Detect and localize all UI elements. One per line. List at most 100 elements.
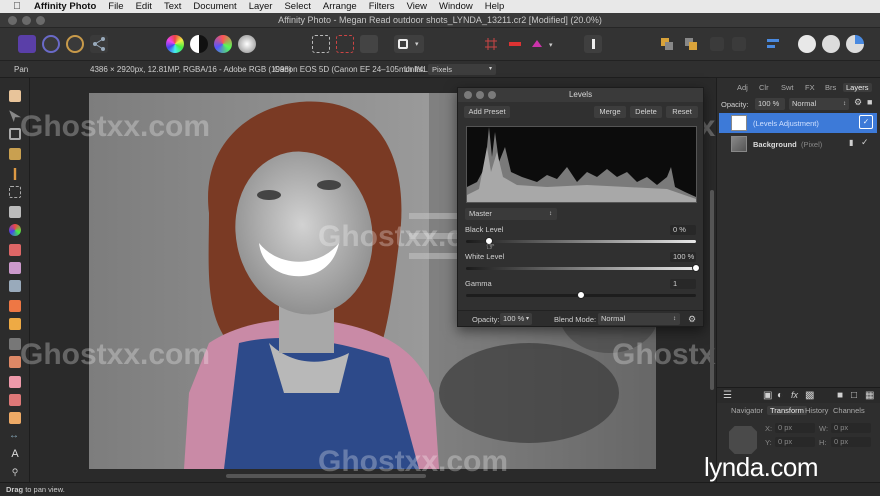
menu-arrange[interactable]: Arrange: [323, 1, 357, 12]
adjustment-icon[interactable]: ◐: [777, 390, 783, 401]
auto-contrast-icon[interactable]: [190, 35, 208, 53]
close-window-button[interactable]: [8, 16, 17, 25]
channel-select[interactable]: Master ↕: [465, 208, 557, 220]
tab-swatches[interactable]: Swt: [781, 83, 794, 92]
folder-icon[interactable]: ■: [837, 390, 843, 401]
menu-text[interactable]: Text: [164, 1, 181, 12]
menu-app-name[interactable]: Affinity Photo: [34, 1, 96, 12]
transform-w-field[interactable]: 0 px: [831, 423, 871, 433]
tab-channels[interactable]: Channels: [833, 406, 865, 415]
auto-colors-icon[interactable]: [214, 35, 232, 53]
units-select[interactable]: Pixels ▾: [428, 64, 496, 75]
assistant-icon[interactable]: [584, 35, 602, 53]
dodge-brush-icon[interactable]: [9, 300, 21, 312]
paint-brush-icon[interactable]: [9, 244, 21, 256]
layer-visibility-checkbox[interactable]: ✓: [861, 137, 869, 148]
layer-row-background[interactable]: Background (Pixel) ▮ ✓: [719, 134, 877, 154]
layers-stack-icon[interactable]: ☰: [723, 390, 732, 401]
layer-opacity-select[interactable]: 100 %: [755, 98, 785, 110]
anchor-point-selector[interactable]: [729, 426, 757, 454]
opacity-select[interactable]: 100 % ▾: [500, 313, 532, 325]
menu-help[interactable]: Help: [485, 1, 505, 12]
tab-adjustments[interactable]: Adj: [737, 83, 748, 92]
color-picker-icon[interactable]: [9, 224, 21, 236]
reset-button[interactable]: Reset: [666, 106, 698, 118]
vertical-scrollbar[interactable]: [710, 190, 714, 390]
levels-dialog-header[interactable]: Levels: [458, 88, 703, 102]
merge-button[interactable]: Merge: [594, 106, 626, 118]
close-dialog-button[interactable]: [464, 91, 472, 99]
export-persona-icon[interactable]: [90, 35, 108, 53]
auto-white-balance-icon[interactable]: [238, 35, 256, 53]
arrange-front-icon[interactable]: [710, 37, 724, 51]
lock-icon[interactable]: ▮: [849, 138, 853, 147]
pen-tool-icon[interactable]: [9, 412, 21, 424]
selection-brush-icon[interactable]: [9, 148, 21, 160]
horizontal-scrollbar[interactable]: [226, 474, 426, 478]
gamma-value[interactable]: 1: [670, 279, 696, 289]
menu-document[interactable]: Document: [193, 1, 236, 12]
boolean-subtract-icon[interactable]: [822, 35, 840, 53]
tab-transform[interactable]: Transform: [767, 406, 807, 415]
layer-blend-select[interactable]: Normal ↕: [789, 98, 849, 110]
menu-edit[interactable]: Edit: [136, 1, 152, 12]
fx-icon[interactable]: fx: [791, 390, 798, 400]
tab-fx[interactable]: FX: [805, 83, 815, 92]
boolean-intersect-icon[interactable]: [846, 35, 864, 53]
transform-x-field[interactable]: 0 px: [775, 423, 815, 433]
zoom-dialog-button[interactable]: [488, 91, 496, 99]
erase-brush-icon[interactable]: [9, 280, 21, 292]
arrange-back-icon[interactable]: [658, 35, 676, 53]
grid-icon[interactable]: [482, 35, 500, 53]
gear-icon[interactable]: ⚙: [854, 97, 862, 108]
tab-color[interactable]: Clr: [759, 83, 769, 92]
add-layer-icon[interactable]: □: [851, 390, 857, 401]
gear-icon[interactable]: ⚙: [688, 314, 696, 325]
snapping-icon[interactable]: [506, 35, 524, 53]
tab-history[interactable]: History: [805, 406, 828, 415]
hand-tool-icon[interactable]: [9, 90, 21, 102]
mask-icon[interactable]: ▣: [763, 390, 772, 401]
menu-layer[interactable]: Layer: [249, 1, 273, 12]
menu-view[interactable]: View: [407, 1, 427, 12]
flood-fill-icon[interactable]: [9, 206, 21, 218]
add-preset-button[interactable]: Add Preset: [464, 106, 510, 118]
menu-window[interactable]: Window: [439, 1, 473, 12]
white-level-value[interactable]: 100 %: [670, 252, 696, 262]
lock-icon[interactable]: ■: [867, 97, 872, 107]
color-replacement-icon[interactable]: [9, 262, 21, 274]
arrange-to-back-icon[interactable]: [732, 37, 746, 51]
select-all-icon[interactable]: [312, 35, 330, 53]
menu-select[interactable]: Select: [284, 1, 310, 12]
align-icon[interactable]: [764, 35, 782, 53]
live-filter-icon[interactable]: ▩: [805, 390, 814, 401]
develop-persona-icon[interactable]: [66, 35, 84, 53]
gamma-slider[interactable]: [466, 291, 696, 299]
black-level-value[interactable]: 0 %: [670, 225, 696, 235]
menu-filters[interactable]: Filters: [369, 1, 395, 12]
minimize-window-button[interactable]: [22, 16, 31, 25]
tab-layers[interactable]: Layers: [843, 83, 872, 92]
blend-mode-select[interactable]: Normal ↕: [598, 313, 680, 325]
marquee-tool-icon[interactable]: [9, 186, 21, 198]
text-tool-icon[interactable]: A: [9, 448, 21, 460]
delete-button[interactable]: Delete: [630, 106, 662, 118]
tab-navigator[interactable]: Navigator: [731, 406, 763, 415]
transform-y-field[interactable]: 0 px: [775, 437, 815, 447]
black-level-slider[interactable]: [466, 237, 696, 245]
apple-icon[interactable]: : [10, 1, 24, 12]
gamma-knob[interactable]: [577, 291, 585, 299]
auto-levels-icon[interactable]: [166, 35, 184, 53]
menu-file[interactable]: File: [108, 1, 123, 12]
trash-icon[interactable]: ▦: [865, 390, 874, 401]
invert-selection-icon[interactable]: [360, 35, 378, 53]
flood-select-icon[interactable]: [13, 168, 17, 180]
liquify-persona-icon[interactable]: [42, 35, 60, 53]
quick-mask-icon[interactable]: ▾: [394, 35, 424, 53]
zoom-window-button[interactable]: [36, 16, 45, 25]
white-level-knob[interactable]: [692, 264, 700, 272]
zoom-tool-icon[interactable]: ⚲: [9, 466, 21, 478]
minimize-dialog-button[interactable]: [476, 91, 484, 99]
clone-brush-icon[interactable]: [9, 318, 21, 330]
tab-brushes[interactable]: Brs: [825, 83, 836, 92]
